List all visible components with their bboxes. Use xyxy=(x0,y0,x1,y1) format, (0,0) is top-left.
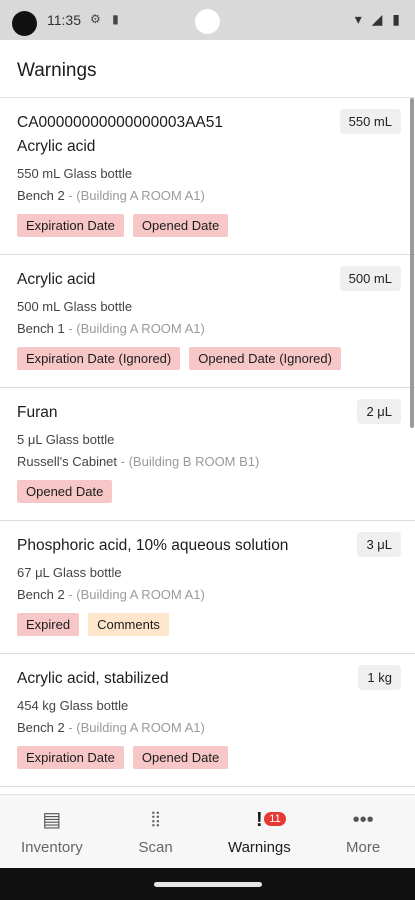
item-container: 5 μL Glass bottle xyxy=(17,432,115,447)
warning-tag: Opened Date xyxy=(132,214,229,237)
item-title: Phosphoric acid, 10% aqueous solution xyxy=(17,537,289,554)
item-location: Russell's Cabinet - (Building B ROOM B1) xyxy=(17,454,398,470)
warning-tag: Opened Date (Ignored) xyxy=(189,347,341,370)
camera-cutout xyxy=(12,11,37,36)
app-header: Warnings xyxy=(0,40,415,98)
nav-label: Warnings xyxy=(227,839,291,856)
item-location: Bench 2 - (Building A ROOM A1) xyxy=(17,188,398,204)
warning-item[interactable]: 3 μL Phosphoric acid, 10% aqueous solutio… xyxy=(0,521,415,654)
nav-label: Scan xyxy=(138,839,173,856)
more-dots-icon: ••• xyxy=(352,809,374,831)
bottom-nav: ▤ Inventory ⦙⦙ Scan! Warnings ••• More xyxy=(0,794,415,868)
item-location: Bench 2 - (Building A ROOM A1) xyxy=(17,587,398,603)
item-title: Acrylic acid, stabilized xyxy=(17,670,169,687)
warning-item[interactable]: 550 mL CA00000000000000003AA51 Acrylic aci… xyxy=(0,98,415,255)
item-location: Bench 2 - (Building A ROOM A1) xyxy=(17,720,398,736)
status-system-icons: ▾ ◢ ▮ xyxy=(354,11,403,27)
warning-tag: Expiration Date xyxy=(17,214,124,237)
warning-tags: Expiration Date (Ignored) Opened Date (Ig… xyxy=(17,347,398,370)
warning-tags: Opened Date xyxy=(17,480,398,503)
warning-item[interactable]: 500 mL Acrylic acid 500 mL Glass bottle Ben… xyxy=(0,255,415,388)
warnings-count-badge: 11 xyxy=(264,812,286,826)
gesture-navigation-area xyxy=(0,868,415,900)
location-building: - (Building A ROOM A1) xyxy=(64,720,205,735)
item-container: 550 mL Glass bottle xyxy=(17,166,133,181)
front-camera-icon xyxy=(195,9,220,34)
scrollbar[interactable] xyxy=(410,98,414,428)
item-container: 500 mL Glass bottle xyxy=(17,299,133,314)
location-building: - (Building B ROOM B1) xyxy=(117,454,260,469)
item-container: 454 kg Glass bottle xyxy=(17,698,129,713)
warning-item[interactable]: 2 μL Furan 5 μL Glass bottle Russell's Cabi… xyxy=(0,388,415,521)
warning-tag: Expired xyxy=(17,613,80,636)
home-gesture-bar[interactable] xyxy=(154,882,262,887)
alert-message-icon: ! xyxy=(256,809,263,831)
item-chemical-name: Acrylic acid xyxy=(17,138,96,155)
warning-tag: Opened Date xyxy=(132,746,229,769)
warning-tags: Expiration Date Opened Date xyxy=(17,214,398,237)
status-time: 11:35 xyxy=(47,12,81,28)
warning-tags: Expired Comments xyxy=(17,613,398,636)
location-building: - (Building A ROOM A1) xyxy=(64,587,205,602)
nav-label: Inventory xyxy=(21,839,83,856)
quantity-badge: 550 mL xyxy=(339,109,401,134)
item-title: Furan xyxy=(17,404,58,421)
warning-tag: Expiration Date xyxy=(17,746,124,769)
status-bar: 11:35 ⚙ ▮ ▾ ◢ ▮ xyxy=(0,0,415,40)
location-building: - (Building A ROOM A1) xyxy=(64,188,205,203)
location-building: - (Building A ROOM A1) xyxy=(64,321,205,336)
warning-tags: Expiration Date Opened Date xyxy=(17,746,398,769)
quantity-badge: 500 mL xyxy=(339,266,401,291)
location-name: Bench 1 xyxy=(17,321,65,336)
location-name: Bench 2 xyxy=(17,720,65,735)
warning-item[interactable]: 1 kg Acrylic acid, stabilized 454 kg Glass… xyxy=(0,654,415,787)
page-title: Warnings xyxy=(17,60,97,81)
nav-inventory[interactable]: ▤ Inventory xyxy=(0,795,104,868)
archive-box-icon: ▤ xyxy=(42,809,62,831)
item-location: Bench 1 - (Building A ROOM A1) xyxy=(17,321,398,337)
quantity-badge: 2 μL xyxy=(357,399,401,424)
barcode-scan-icon: ⦙⦙ xyxy=(151,809,161,831)
nav-warnings[interactable]: ! Warnings xyxy=(208,795,312,868)
location-name: Bench 2 xyxy=(17,587,65,602)
quantity-badge: 1 kg xyxy=(358,665,401,690)
nav-more[interactable]: ••• More xyxy=(311,795,415,868)
nav-scan[interactable]: ⦙⦙ Scan xyxy=(104,795,208,868)
nav-label: More xyxy=(346,839,381,856)
warning-tag: Expiration Date (Ignored) xyxy=(17,347,181,370)
warning-tag: Comments xyxy=(88,613,169,636)
warning-tag: Opened Date xyxy=(17,480,113,503)
location-name: Russell's Cabinet xyxy=(17,454,118,469)
warning-list[interactable]: 550 mL CA00000000000000003AA51 Acrylic aci… xyxy=(0,98,415,794)
location-name: Bench 2 xyxy=(17,188,65,203)
status-notification-icons: ⚙ ▮ xyxy=(90,12,123,26)
item-container: 67 μL Glass bottle xyxy=(17,565,122,580)
quantity-badge: 3 μL xyxy=(357,532,401,557)
